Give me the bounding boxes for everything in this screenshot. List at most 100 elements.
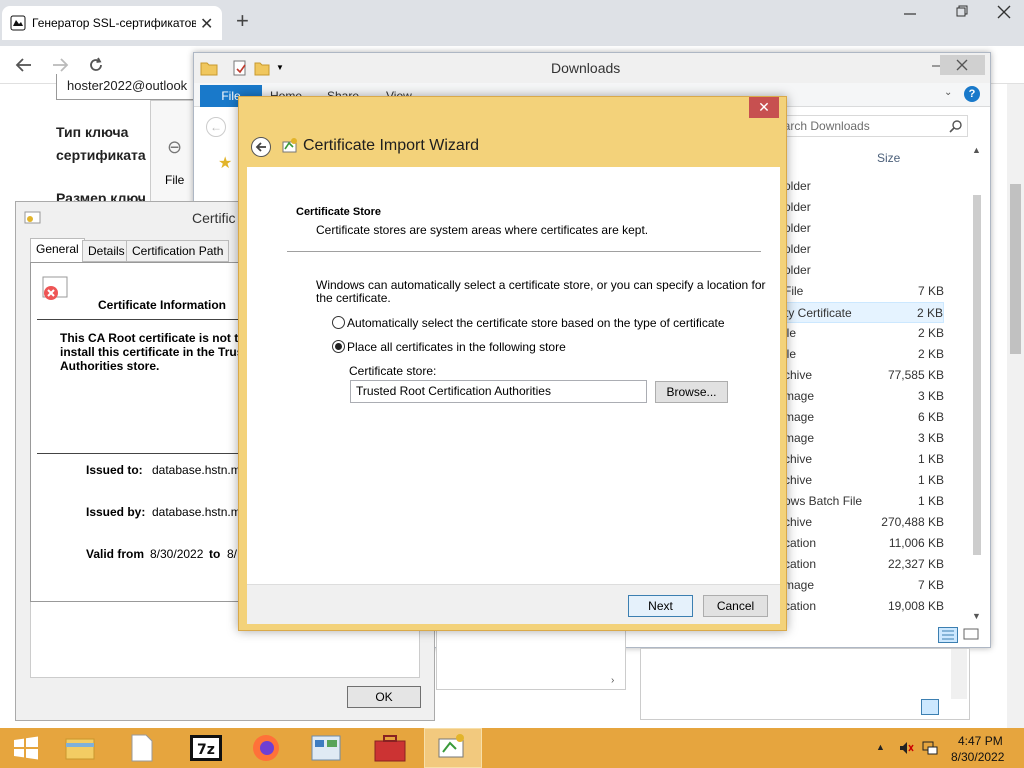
scroll-up-icon[interactable]: ▲	[972, 145, 981, 155]
ribbon-expand-icon[interactable]: ⌄	[944, 87, 952, 98]
certificate-ok-button[interactable]: OK	[347, 686, 421, 708]
background-explorer-pane	[640, 648, 970, 720]
file-size-cell: 1 KB	[917, 494, 944, 508]
tab-details[interactable]: Details	[82, 240, 131, 262]
file-row[interactable]: mage 3 KB	[784, 386, 944, 407]
tab-general[interactable]: General	[30, 238, 85, 262]
file-row[interactable]: older	[784, 197, 944, 218]
file-row[interactable]: chive 77,585 KB	[784, 365, 944, 386]
show-hidden-icons-icon[interactable]: ▲	[876, 742, 885, 752]
option-auto-select-label[interactable]: Automatically select the certificate sto…	[347, 316, 725, 330]
quick-access-dropdown-icon[interactable]: ▼	[276, 63, 284, 72]
radio-place-in-store[interactable]	[332, 340, 345, 353]
file-row[interactable]: older	[784, 260, 944, 281]
file-row[interactable]: chive 1 KB	[784, 470, 944, 491]
browse-button[interactable]: Browse...	[655, 381, 728, 403]
forward-arrow-icon[interactable]	[50, 56, 70, 74]
file-explorer-taskbar-icon[interactable]	[54, 730, 106, 766]
file-row[interactable]: older	[784, 239, 944, 260]
browser-tab[interactable]: Генератор SSL-сертификатов | ✕	[2, 6, 222, 40]
properties-icon[interactable]	[232, 60, 248, 76]
cancel-button[interactable]: Cancel	[703, 595, 768, 617]
wizard-close-button[interactable]: ✕	[749, 97, 779, 118]
file-size-cell: 6 KB	[917, 410, 944, 424]
file-row[interactable]: mage 6 KB	[784, 407, 944, 428]
explorer-scrollbar[interactable]: ▲ ▼	[970, 145, 984, 623]
speaker-muted-icon[interactable]	[898, 740, 914, 756]
file-type-cell: mage	[784, 431, 815, 445]
large-icons-view-icon[interactable]	[962, 627, 980, 643]
details-view-icon[interactable]	[938, 627, 958, 643]
background-back-icon[interactable]: ⊖	[167, 137, 182, 158]
help-icon[interactable]: ?	[964, 86, 980, 102]
file-type-cell: cation	[784, 536, 817, 550]
back-arrow-icon[interactable]	[14, 56, 34, 74]
file-size-cell: 11,006 KB	[888, 536, 944, 550]
browser-close-button[interactable]	[992, 2, 1016, 22]
file-row[interactable]: mage 3 KB	[784, 428, 944, 449]
section-description: Certificate stores are system areas wher…	[316, 223, 649, 237]
background-scrollbar[interactable]	[951, 649, 967, 699]
column-header-size[interactable]: Size	[877, 151, 900, 165]
search-icon[interactable]	[949, 119, 963, 133]
browser-minimize-button[interactable]	[898, 4, 922, 24]
file-row[interactable]: ile 2 KB	[784, 323, 944, 344]
browser-scroll-thumb[interactable]	[1010, 184, 1021, 354]
explorer-scroll-thumb[interactable]	[973, 195, 981, 555]
file-row[interactable]: older	[784, 218, 944, 239]
certificate-wizard-taskbar-icon[interactable]	[424, 728, 482, 768]
email-field[interactable]: hoster2022@outlook	[56, 74, 216, 100]
browser-restore-button[interactable]	[950, 2, 974, 22]
tab-certification-path[interactable]: Certification Path	[126, 240, 230, 262]
reload-icon[interactable]	[86, 55, 106, 75]
file-row[interactable]: chive 270,488 KB	[784, 512, 944, 533]
background-file-label[interactable]: File	[165, 173, 184, 187]
wizard-back-button[interactable]	[251, 137, 271, 157]
file-row[interactable]: ows Batch File 1 KB	[784, 491, 944, 512]
warning-line-2: install this certificate in the Trus	[60, 345, 244, 359]
browser-tab-strip: Генератор SSL-сертификатов | ✕ +	[0, 0, 1024, 46]
explorer-close-button[interactable]	[940, 55, 985, 75]
valid-to-label: to	[209, 547, 221, 561]
file-row[interactable]: mage 7 KB	[784, 575, 944, 596]
option-place-in-store-label[interactable]: Place all certificates in the following …	[347, 340, 566, 354]
tab-close-icon[interactable]: ✕	[200, 14, 213, 34]
browser-scrollbar[interactable]	[1007, 84, 1024, 728]
certificate-store-field[interactable]: Trusted Root Certification Authorities	[350, 380, 647, 403]
explorer-search-input[interactable]: earch Downloads	[768, 115, 968, 137]
new-tab-button[interactable]: +	[236, 8, 249, 34]
intro-line-1: Windows can automatically select a certi…	[316, 278, 766, 292]
file-row[interactable]: cation 19,008 KB	[784, 596, 944, 617]
explorer-title: Downloads	[551, 60, 621, 76]
background-details-view-icon[interactable]	[921, 699, 939, 715]
file-row[interactable]: chive 1 KB	[784, 449, 944, 470]
explorer-back-icon[interactable]: ←	[206, 117, 226, 137]
network-icon[interactable]	[922, 740, 938, 756]
file-row[interactable]: cation 11,006 KB	[784, 533, 944, 554]
scroll-right-icon[interactable]: ›	[611, 675, 614, 686]
file-row[interactable]: cation 22,327 KB	[784, 554, 944, 575]
notepad-document-taskbar-icon[interactable]	[116, 730, 168, 766]
file-row[interactable]: ile 2 KB	[784, 344, 944, 365]
certificate-dialog-title: Certific	[192, 210, 236, 226]
intro-line-2: the certificate.	[316, 291, 391, 305]
7zip-taskbar-icon[interactable]: 7z	[180, 730, 232, 766]
svg-text:7z: 7z	[197, 742, 215, 758]
quick-access-star-icon[interactable]: ★	[218, 153, 232, 173]
new-folder-icon[interactable]	[254, 60, 270, 76]
file-row[interactable]: ty Certificate 2 KB	[784, 302, 944, 323]
radio-auto-select[interactable]	[332, 316, 345, 329]
file-row[interactable]: File 7 KB	[784, 281, 944, 302]
clock-date[interactable]: 8/30/2022	[951, 750, 1004, 764]
clock-time[interactable]: 4:47 PM	[958, 734, 1003, 748]
start-button[interactable]	[0, 730, 52, 766]
next-button[interactable]: Next	[628, 595, 693, 617]
issued-by-value: database.hstn.me	[152, 505, 248, 519]
scroll-down-icon[interactable]: ▼	[972, 611, 981, 621]
issued-to-label: Issued to:	[86, 463, 143, 477]
firefox-taskbar-icon[interactable]	[240, 730, 292, 766]
control-panel-taskbar-icon[interactable]	[300, 730, 352, 766]
file-type-cell: cation	[784, 599, 817, 613]
toolbox-taskbar-icon[interactable]	[364, 730, 416, 766]
file-row[interactable]: older	[784, 176, 944, 197]
